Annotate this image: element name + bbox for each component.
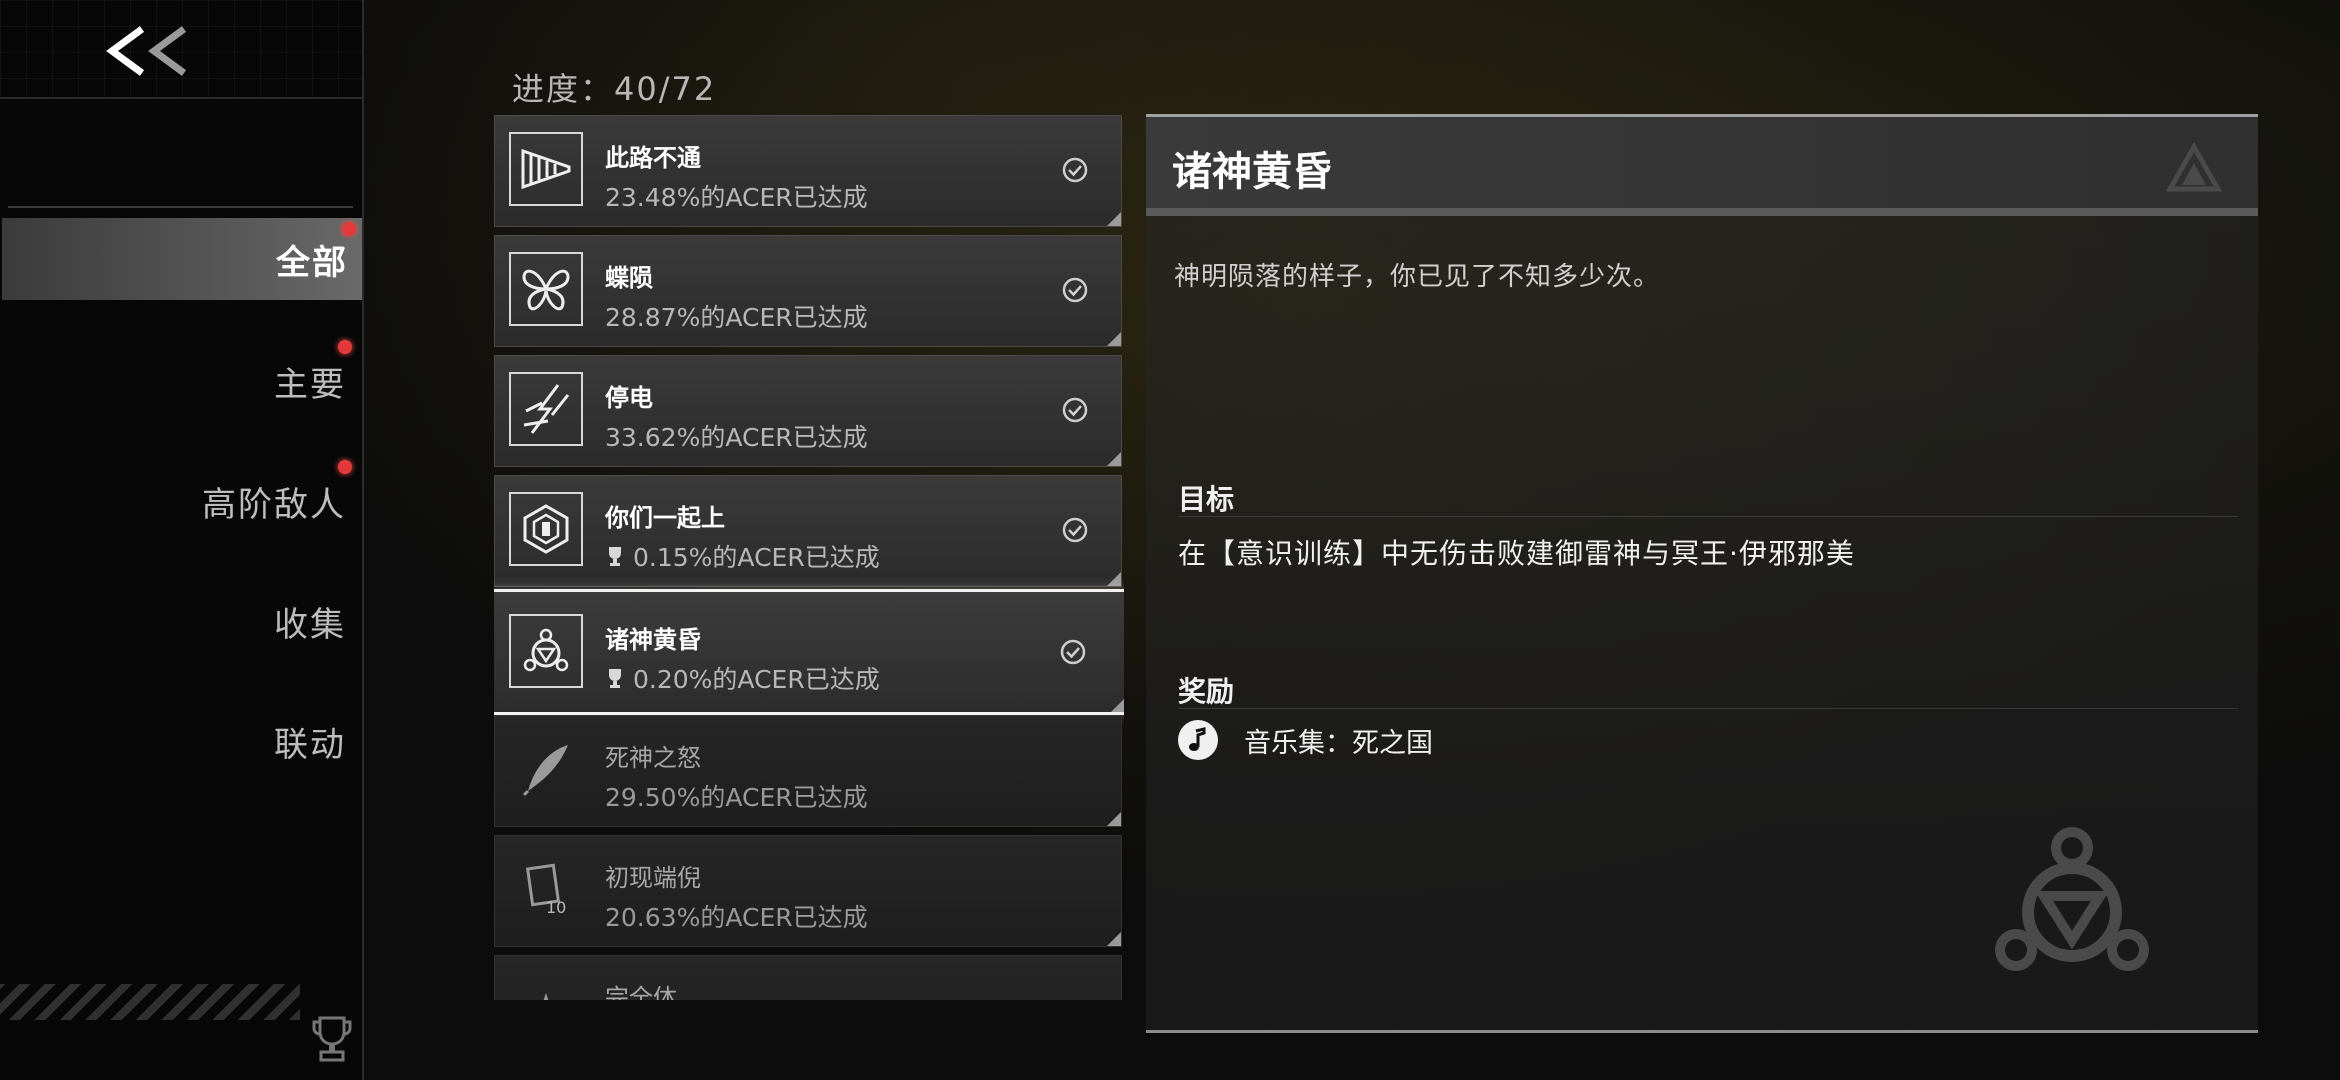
achievement-rate: 20.63%的ACER已达成 [605,903,868,932]
achievement-title: 蝶陨 [605,264,653,292]
achievement-title: 停电 [605,384,653,412]
achievement-icon-frame [509,732,583,806]
reward-text: 音乐集：死之国 [1244,727,1433,759]
check-circle-icon [1062,517,1088,543]
card-corner [1107,452,1121,466]
decorative-stripes [0,984,300,1020]
reward-label: 奖励 [1178,675,1235,708]
achievement-icon-frame [509,372,583,446]
achievement-rate: 0.20%的ACER已达成 [605,660,880,696]
star-icon [543,993,549,1000]
section-divider [1178,708,2238,709]
sidebar-item-label: 全部 [276,242,348,283]
achievements-screen: 全部 主要 高阶敌人 收集 联动 进度：40/72 此路不通 23.48%的AC… [0,0,2340,1080]
achievement-detail-panel: 诸神黄昏 神明陨落的样子，你已见了不知多少次。 目标 在【意识训练】中无伤击败建… [1146,114,2258,1033]
goal-label: 目标 [1178,483,1235,516]
emblem-watermark-icon [1995,827,2149,971]
achievement-icon-frame: 10 [509,852,583,926]
card-corner [1107,572,1121,586]
check-circle-icon [1062,277,1088,303]
achievement-icon-frame [509,614,583,688]
card-corner [1111,698,1124,712]
achievement-icon-frame [509,252,583,326]
small-trophy-icon [609,547,621,566]
achievement-title: 完全体 [605,984,677,1000]
achievement-icon-frame [509,492,583,566]
reward-item: 音乐集：死之国 [1178,720,1433,760]
notification-dot [342,222,356,236]
sidebar-item-label: 联动 [274,724,346,765]
achievement-title: 你们一起上 [605,504,725,532]
sidebar-item-label: 高阶敌人 [202,484,346,525]
achievement-rate: 0.15%的ACER已达成 [605,538,880,574]
detail-title: 诸神黄昏 [1172,149,1332,195]
butterfly-icon [522,269,570,311]
section-divider [1178,516,2238,517]
achievement-icon-frame [509,972,583,1000]
svg-text:10: 10 [546,898,566,917]
achievement-rate: 28.87%的ACER已达成 [605,303,868,332]
sidebar-item-collab[interactable]: 联动 [0,700,350,782]
check-circle-icon [1062,157,1088,183]
hexagon-badge-icon [523,504,569,554]
sidebar-item-label: 收集 [274,604,346,645]
card-corner [1107,212,1121,226]
achievement-rate: 29.50%的ACER已达成 [605,783,868,812]
achievement-title: 诸神黄昏 [605,626,701,654]
emblem-icon [523,628,569,672]
achievement-rate: 33.62%的ACER已达成 [605,423,868,452]
sidebar: 全部 主要 高阶敌人 收集 联动 [0,0,364,1080]
back-button[interactable] [98,16,198,86]
lightning-icon [523,384,570,434]
goal-text: 在【意识训练】中无伤击败建御雷神与冥王·伊邪那美 [1178,537,1855,570]
achievement-card-locked[interactable]: 死神之怒 29.50%的ACER已达成 [494,715,1122,827]
sidebar-divider [8,206,353,208]
feather-icon [522,745,568,797]
drill-icon [521,148,571,190]
card-icon: 10 [525,863,566,917]
achievement-rate: 23.48%的ACER已达成 [605,183,868,212]
achievement-title: 初现端倪 [605,864,701,892]
trophy-icon [312,1016,352,1062]
check-circle-icon [1062,397,1088,423]
detail-description: 神明陨落的样子，你已见了不知多少次。 [1174,262,1661,292]
double-chevron-left-icon [106,26,187,76]
achievement-card-locked[interactable]: 完全体 [494,955,1122,1000]
achievement-title: 死神之怒 [605,744,701,772]
detail-header: 诸神黄昏 [1146,114,2258,216]
achievement-card[interactable]: 你们一起上 0.15%的ACER已达成 [494,475,1122,587]
achievement-icon-frame [509,132,583,206]
check-circle-icon [1060,639,1086,665]
sidebar-item-elite-enemies[interactable]: 高阶敌人 [0,460,352,542]
sidebar-item-label: 主要 [274,364,346,405]
progress-label: 进度：40/72 [512,70,717,108]
card-corner [1107,332,1121,346]
notification-dot [338,460,352,474]
sidebar-header [0,0,362,99]
achievement-card[interactable]: 停电 33.62%的ACER已达成 [494,355,1122,467]
notification-dot [338,340,352,354]
sidebar-item-collection[interactable]: 收集 [0,580,350,662]
achievement-title: 此路不通 [605,144,701,172]
music-note-icon [1178,720,1218,760]
achievement-card-selected[interactable]: 诸神黄昏 0.20%的ACER已达成 [494,589,1124,715]
sidebar-item-all[interactable]: 全部 [2,218,362,300]
achievement-card-locked[interactable]: 10 初现端倪 20.63%的ACER已达成 [494,835,1122,947]
achievement-card[interactable]: 此路不通 23.48%的ACER已达成 [494,115,1122,227]
achievement-card[interactable]: 蝶陨 28.87%的ACER已达成 [494,235,1122,347]
sidebar-item-main[interactable]: 主要 [0,340,352,422]
card-corner [1107,812,1121,826]
card-corner [1107,932,1121,946]
achievement-list[interactable]: 此路不通 23.48%的ACER已达成 蝶陨 28.87%的ACER已达成 停电… [494,115,1124,1000]
small-trophy-icon [609,669,621,688]
logo-icon [2166,143,2222,192]
